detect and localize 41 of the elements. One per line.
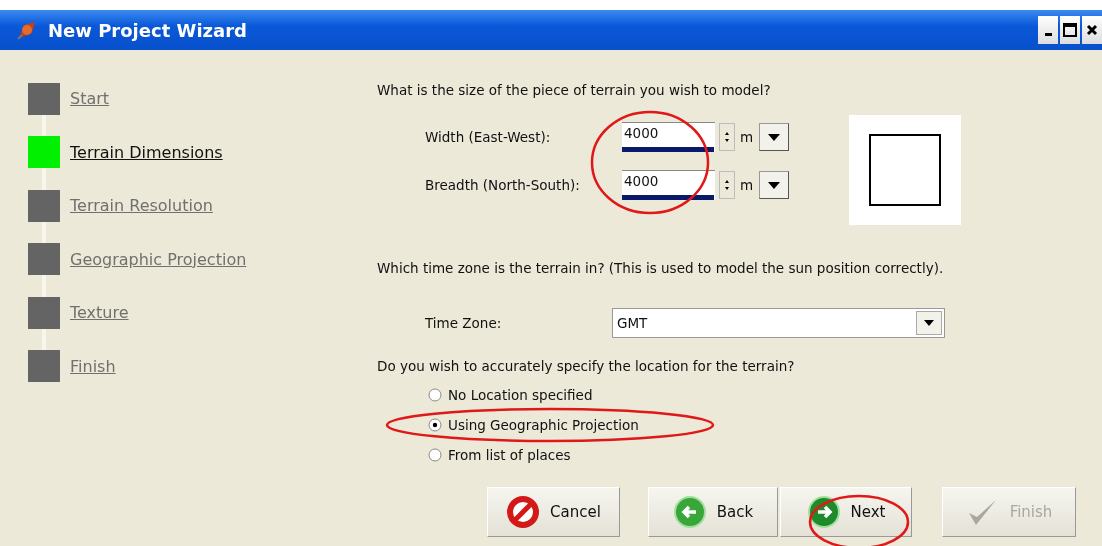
unit-dropdown-button[interactable] xyxy=(759,171,790,199)
spinner-button[interactable] xyxy=(719,123,735,151)
number-field[interactable]: 4000 xyxy=(622,170,715,200)
maximize-button[interactable] xyxy=(1060,16,1080,44)
step-link[interactable]: Geographic Projection xyxy=(70,249,247,269)
minimize-button[interactable] xyxy=(1038,16,1058,44)
field-label: Time Zone: xyxy=(425,315,503,331)
number-field[interactable]: 4000 xyxy=(622,122,715,152)
square-outline-icon xyxy=(869,134,942,206)
question-text: Do you wish to accurately specify the location for the terrain? xyxy=(377,357,796,376)
step-link[interactable]: Terrain Dimensions xyxy=(70,142,223,162)
prohibited-icon xyxy=(506,495,541,529)
radio-option[interactable]: From list of places xyxy=(428,440,571,470)
close-icon xyxy=(1086,24,1098,36)
close-button[interactable] xyxy=(1082,16,1102,44)
radio-option[interactable]: No Location specified xyxy=(428,380,593,410)
step-link[interactable]: Texture xyxy=(70,303,129,323)
step-link[interactable]: Start xyxy=(70,89,110,109)
spinner-arrows-icon xyxy=(723,179,731,191)
minimize-icon xyxy=(1044,33,1052,36)
time-zone-dropdown[interactable]: GMT xyxy=(612,308,945,338)
dropdown-arrow-icon xyxy=(924,320,934,326)
unit-label: m xyxy=(740,129,754,145)
back-button[interactable]: Back xyxy=(648,487,778,537)
question-text: Which time zone is the terrain in? (This is used to model the sun position correctly). xyxy=(377,259,945,278)
spinner-button[interactable] xyxy=(719,171,735,199)
step-link[interactable]: Terrain Resolution xyxy=(70,196,213,216)
step-link[interactable]: Finish xyxy=(70,356,116,376)
unit-label: m xyxy=(740,177,754,193)
app-icon xyxy=(16,19,38,41)
spinner-arrows-icon xyxy=(723,131,731,143)
unit-dropdown-button[interactable] xyxy=(759,123,790,151)
cancel-button[interactable]: Cancel xyxy=(487,487,620,537)
window-title: New Project Wizard xyxy=(48,19,247,41)
dropdown-arrow-icon xyxy=(768,181,781,189)
field-label: Breadth (North-South): xyxy=(425,177,581,193)
next-button[interactable]: Next xyxy=(780,487,912,537)
question-text: What is the size of the piece of terrain you wish to model? xyxy=(377,81,772,100)
dropdown-arrow-icon xyxy=(768,133,781,141)
field-label: Width (East-West): xyxy=(425,129,552,145)
maximize-icon xyxy=(1063,23,1077,37)
